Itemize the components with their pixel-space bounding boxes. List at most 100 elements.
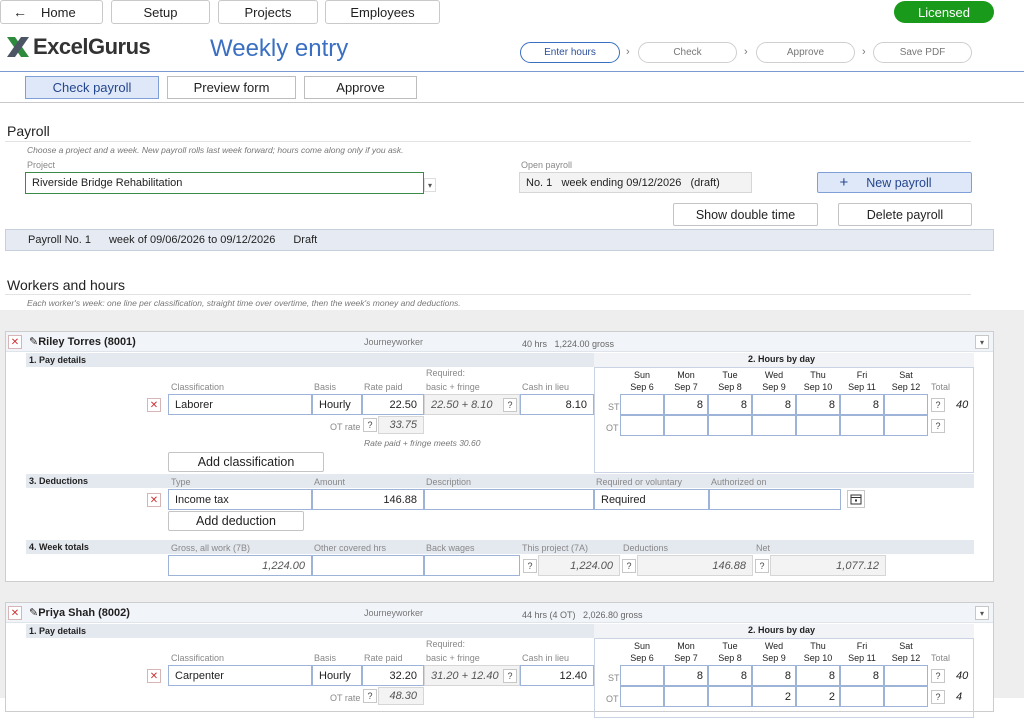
ot-cell-sat[interactable]	[884, 415, 928, 436]
open-payroll-label: Open payroll	[521, 160, 573, 170]
help-button[interactable]: ?	[363, 418, 377, 432]
ot-cell-sun[interactable]	[620, 686, 664, 707]
week-totals-header: 4. Week totals	[26, 540, 974, 554]
ot-cell-mon[interactable]	[664, 686, 708, 707]
new-payroll-button[interactable]: + New payroll	[817, 172, 972, 193]
st-cell-thu[interactable]: 8	[796, 394, 840, 415]
collapse-chevron-icon[interactable]: ▾	[975, 335, 989, 349]
show-double-time-button[interactable]: Show double time	[673, 203, 818, 226]
ot-cell-mon[interactable]	[664, 415, 708, 436]
st-cell-sun[interactable]	[620, 665, 664, 686]
st-cell-fri[interactable]: 8	[840, 394, 884, 415]
help-button[interactable]: ?	[931, 398, 945, 412]
st-cell-sat[interactable]	[884, 394, 928, 415]
worker-name-text: Priya Shah (8002)	[38, 607, 130, 619]
day-name: Thu	[810, 641, 826, 651]
rate-field[interactable]: 22.50	[362, 394, 424, 415]
ot-cell-fri[interactable]	[840, 686, 884, 707]
chevron-down-icon[interactable]: ▾	[424, 178, 436, 192]
st-cell-mon[interactable]: 8	[664, 665, 708, 686]
rate-field[interactable]: 32.20	[362, 665, 424, 686]
chevron-right-icon: ›	[744, 46, 748, 58]
step-label: Check	[673, 47, 702, 58]
step-approve[interactable]: Approve	[756, 42, 855, 63]
cash-field[interactable]: 8.10	[520, 394, 594, 415]
help-button[interactable]: ?	[755, 559, 769, 573]
deduction-type-field[interactable]: Income tax	[168, 489, 312, 510]
step-enter-hours[interactable]: Enter hours	[520, 42, 620, 63]
cash-field[interactable]: 12.40	[520, 665, 594, 686]
rate-paid-label: Rate paid	[364, 653, 403, 663]
license-badge[interactable]: Licensed	[894, 1, 994, 23]
home-button[interactable]: ← Home	[0, 0, 103, 24]
st-cell-wed[interactable]: 8	[752, 665, 796, 686]
classification-field[interactable]: Carpenter	[168, 665, 312, 686]
help-button[interactable]: ?	[363, 689, 377, 703]
employees-button[interactable]: Employees	[325, 0, 440, 24]
projects-button[interactable]: Projects	[218, 0, 318, 24]
calendar-icon[interactable]	[847, 490, 865, 508]
remove-worker-button[interactable]: ✕	[8, 606, 22, 620]
setup-button[interactable]: Setup	[111, 0, 210, 24]
other-hrs-field[interactable]	[312, 555, 424, 576]
ot-cell-tue[interactable]	[708, 415, 752, 436]
add-deduction-button[interactable]: Add deduction	[168, 511, 304, 531]
close-icon: ✕	[149, 670, 159, 682]
ot-cell-thu[interactable]	[796, 415, 840, 436]
help-button[interactable]: ?	[503, 669, 517, 683]
st-cell-fri[interactable]: 8	[840, 665, 884, 686]
required-sub-label: basic + fringe	[426, 382, 480, 392]
gross-field[interactable]: 1,224.00	[168, 555, 312, 576]
remove-classification-button[interactable]: ✕	[147, 669, 161, 683]
basis-label: Basis	[314, 653, 337, 663]
deduction-description-field[interactable]	[424, 489, 594, 510]
basis-field[interactable]: Hourly	[312, 665, 362, 686]
delete-payroll-button[interactable]: Delete payroll	[838, 203, 972, 226]
ot-cell-sun[interactable]	[620, 415, 664, 436]
worker-name[interactable]: ✎Priya Shah (8002)	[29, 606, 130, 619]
help-button[interactable]: ?	[622, 559, 636, 573]
st-cell-sat[interactable]	[884, 665, 928, 686]
ot-cell-wed[interactable]	[752, 415, 796, 436]
deduction-authorized-field[interactable]	[709, 489, 841, 510]
chevron-right-icon: ›	[626, 46, 630, 58]
help-button[interactable]: ?	[523, 559, 537, 573]
st-cell-wed[interactable]: 8	[752, 394, 796, 415]
st-cell-thu[interactable]: 8	[796, 665, 840, 686]
day-name: Sun	[633, 370, 650, 380]
step-save-pdf[interactable]: Save PDF	[873, 42, 972, 63]
tab-preview-form[interactable]: Preview form	[167, 76, 296, 99]
classification-field[interactable]: Laborer	[168, 394, 312, 415]
ot-cell-thu[interactable]: 2	[796, 686, 840, 707]
worker-name[interactable]: ✎Riley Torres (8001)	[29, 335, 136, 348]
st-cell-tue[interactable]: 8	[708, 394, 752, 415]
ot-cell-wed[interactable]: 2	[752, 686, 796, 707]
deduction-amount-field[interactable]: 146.88	[312, 489, 424, 510]
help-button[interactable]: ?	[931, 419, 945, 433]
payroll-banner: Payroll No. 1 week of 09/06/2026 to 09/1…	[5, 229, 994, 251]
license-label: Licensed	[917, 4, 971, 20]
project-select[interactable]: Riverside Bridge Rehabilitation	[25, 172, 424, 194]
remove-worker-button[interactable]: ✕	[8, 335, 22, 349]
step-check[interactable]: Check	[638, 42, 737, 63]
st-cell-mon[interactable]: 8	[664, 394, 708, 415]
ot-cell-tue[interactable]	[708, 686, 752, 707]
employees-label: Employees	[350, 4, 415, 20]
remove-classification-button[interactable]: ✕	[147, 398, 161, 412]
help-button[interactable]: ?	[503, 398, 517, 412]
back-wages-field[interactable]	[424, 555, 520, 576]
deduction-required-field[interactable]: Required	[594, 489, 709, 510]
help-button[interactable]: ?	[931, 669, 945, 683]
st-cell-tue[interactable]: 8	[708, 665, 752, 686]
ot-cell-sat[interactable]	[884, 686, 928, 707]
ot-cell-fri[interactable]	[840, 415, 884, 436]
tab-approve[interactable]: Approve	[304, 76, 417, 99]
st-cell-sun[interactable]	[620, 394, 664, 415]
collapse-chevron-icon[interactable]: ▾	[975, 606, 989, 620]
basis-field[interactable]: Hourly	[312, 394, 362, 415]
add-classification-button[interactable]: Add classification	[168, 452, 324, 472]
remove-deduction-button[interactable]: ✕	[147, 493, 161, 507]
authorized-label: Authorized on	[711, 477, 767, 487]
tab-check-payroll[interactable]: Check payroll	[25, 76, 159, 99]
help-button[interactable]: ?	[931, 690, 945, 704]
